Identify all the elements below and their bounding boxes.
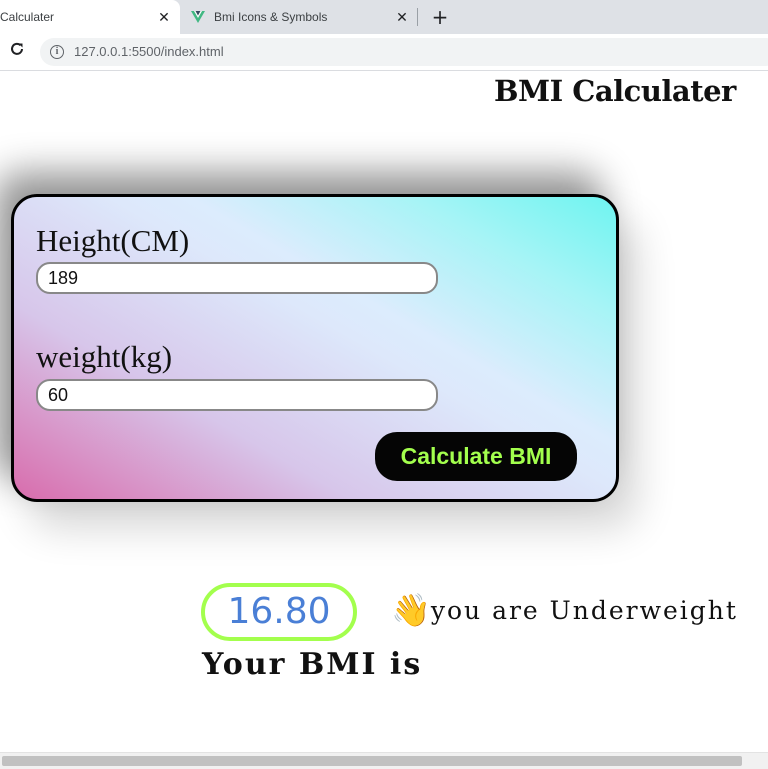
page-title: BMI Calculater <box>494 74 736 108</box>
reload-glyph <box>11 42 23 55</box>
favicon-icon <box>191 11 205 23</box>
address-bar[interactable]: i 127.0.0.1:5500/index.html <box>40 38 768 66</box>
bmi-form-card: Height(CM) weight(kg) Calculate BMI <box>11 194 619 502</box>
tab-bmi-icons[interactable]: Bmi Icons & Symbols ✕ <box>180 0 418 34</box>
tab-title: Calculater <box>0 10 55 24</box>
tab-title: Bmi Icons & Symbols <box>214 10 328 24</box>
tab-calculater[interactable]: Calculater ✕ <box>0 0 180 34</box>
browser-toolbar: i 127.0.0.1:5500/index.html <box>0 34 768 71</box>
reload-icon[interactable] <box>6 40 28 62</box>
bmi-value: 16.80 <box>201 583 357 641</box>
bmi-caption: Your BMI is <box>202 647 423 682</box>
horizontal-scrollbar[interactable] <box>0 752 768 769</box>
tab-separator <box>417 8 418 26</box>
calculate-bmi-button[interactable]: Calculate BMI <box>375 432 577 481</box>
waving-hand-icon: 👋 <box>391 591 431 629</box>
weight-label: weight(kg) <box>36 339 173 374</box>
height-label: Height(CM) <box>36 223 190 258</box>
height-input[interactable] <box>36 262 438 294</box>
scrollbar-thumb[interactable] <box>2 756 742 766</box>
new-tab-button[interactable]: + <box>428 5 452 29</box>
browser-tab-bar: Calculater ✕ Bmi Icons & Symbols ✕ + <box>0 0 768 34</box>
close-tab-icon[interactable]: ✕ <box>394 9 410 25</box>
status-text: you are Underweight <box>430 596 738 625</box>
info-icon[interactable]: i <box>50 45 64 59</box>
close-tab-icon[interactable]: ✕ <box>156 9 172 25</box>
bmi-status: 👋 you are Underweight <box>391 592 738 628</box>
weight-input[interactable] <box>36 379 438 411</box>
url-text[interactable]: 127.0.0.1:5500/index.html <box>74 44 224 59</box>
